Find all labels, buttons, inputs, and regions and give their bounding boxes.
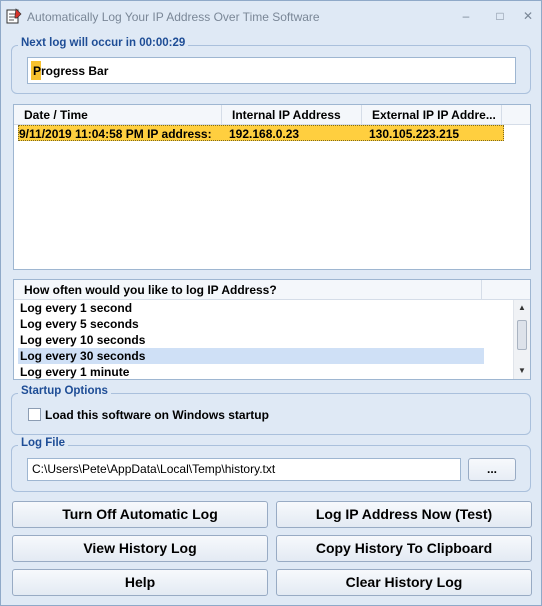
chevron-down-icon[interactable]: ▼ [514, 363, 530, 379]
cell-internal-ip: 192.168.0.23 [229, 127, 300, 141]
next-log-label: Next log will occur in 00:00:29 [18, 37, 189, 49]
table-header: Date / Time Internal IP Address External… [14, 105, 530, 125]
interval-list[interactable]: How often would you like to log IP Addre… [13, 279, 531, 380]
cell-datetime: 9/11/2019 11:04:58 PM IP address: [19, 127, 212, 141]
log-ip-now-button[interactable]: Log IP Address Now (Test) [276, 501, 532, 528]
interval-header-label[interactable]: How often would you like to log IP Addre… [14, 280, 482, 300]
table-row[interactable]: 9/11/2019 11:04:58 PM IP address: 192.16… [18, 125, 504, 141]
copy-history-button[interactable]: Copy History To Clipboard [276, 535, 532, 562]
progress-text: Progress Bar [33, 64, 109, 78]
turn-off-automatic-log-button[interactable]: Turn Off Automatic Log [12, 501, 268, 528]
column-header-external-ip[interactable]: External IP IP Addre... [362, 105, 502, 125]
interval-item-10-seconds[interactable]: Log every 10 seconds [18, 332, 484, 348]
maximize-button[interactable]: □ [489, 7, 511, 25]
title-bar: Automatically Log Your IP Address Over T… [1, 1, 541, 33]
interval-item-1-second[interactable]: Log every 1 second [18, 300, 484, 316]
startup-checkbox-label[interactable]: Load this software on Windows startup [45, 408, 269, 422]
help-button[interactable]: Help [12, 569, 268, 596]
ip-log-table[interactable]: Date / Time Internal IP Address External… [13, 104, 531, 270]
scrollbar-thumb[interactable] [517, 320, 527, 350]
interval-items: Log every 1 second Log every 5 seconds L… [14, 300, 514, 380]
startup-checkbox[interactable] [28, 408, 41, 421]
view-history-log-button[interactable]: View History Log [12, 535, 268, 562]
close-button[interactable]: ✕ [517, 7, 539, 25]
browse-button[interactable]: ... [468, 458, 516, 481]
app-icon [6, 8, 22, 24]
log-file-label: Log File [18, 437, 69, 449]
interval-scrollbar[interactable]: ▲ ▼ [513, 300, 530, 379]
interval-item-5-seconds[interactable]: Log every 5 seconds [18, 316, 484, 332]
clear-history-log-button[interactable]: Clear History Log [276, 569, 532, 596]
interval-list-header: How often would you like to log IP Addre… [14, 280, 530, 300]
minimize-button[interactable]: – [455, 7, 477, 25]
app-window: Automatically Log Your IP Address Over T… [0, 0, 542, 606]
interval-item-1-minute[interactable]: Log every 1 minute [18, 364, 484, 380]
startup-options-label: Startup Options [18, 385, 111, 397]
interval-item-30-seconds[interactable]: Log every 30 seconds [18, 348, 484, 364]
column-header-datetime[interactable]: Date / Time [14, 105, 222, 125]
column-header-internal-ip[interactable]: Internal IP Address [222, 105, 362, 125]
progress-bar: Progress Bar [27, 57, 516, 84]
log-file-path-input[interactable]: C:\Users\Pete\AppData\Local\Temp\history… [27, 458, 461, 481]
window-title: Automatically Log Your IP Address Over T… [27, 10, 320, 24]
cell-external-ip: 130.105.223.215 [369, 127, 460, 141]
chevron-up-icon[interactable]: ▲ [514, 300, 530, 316]
